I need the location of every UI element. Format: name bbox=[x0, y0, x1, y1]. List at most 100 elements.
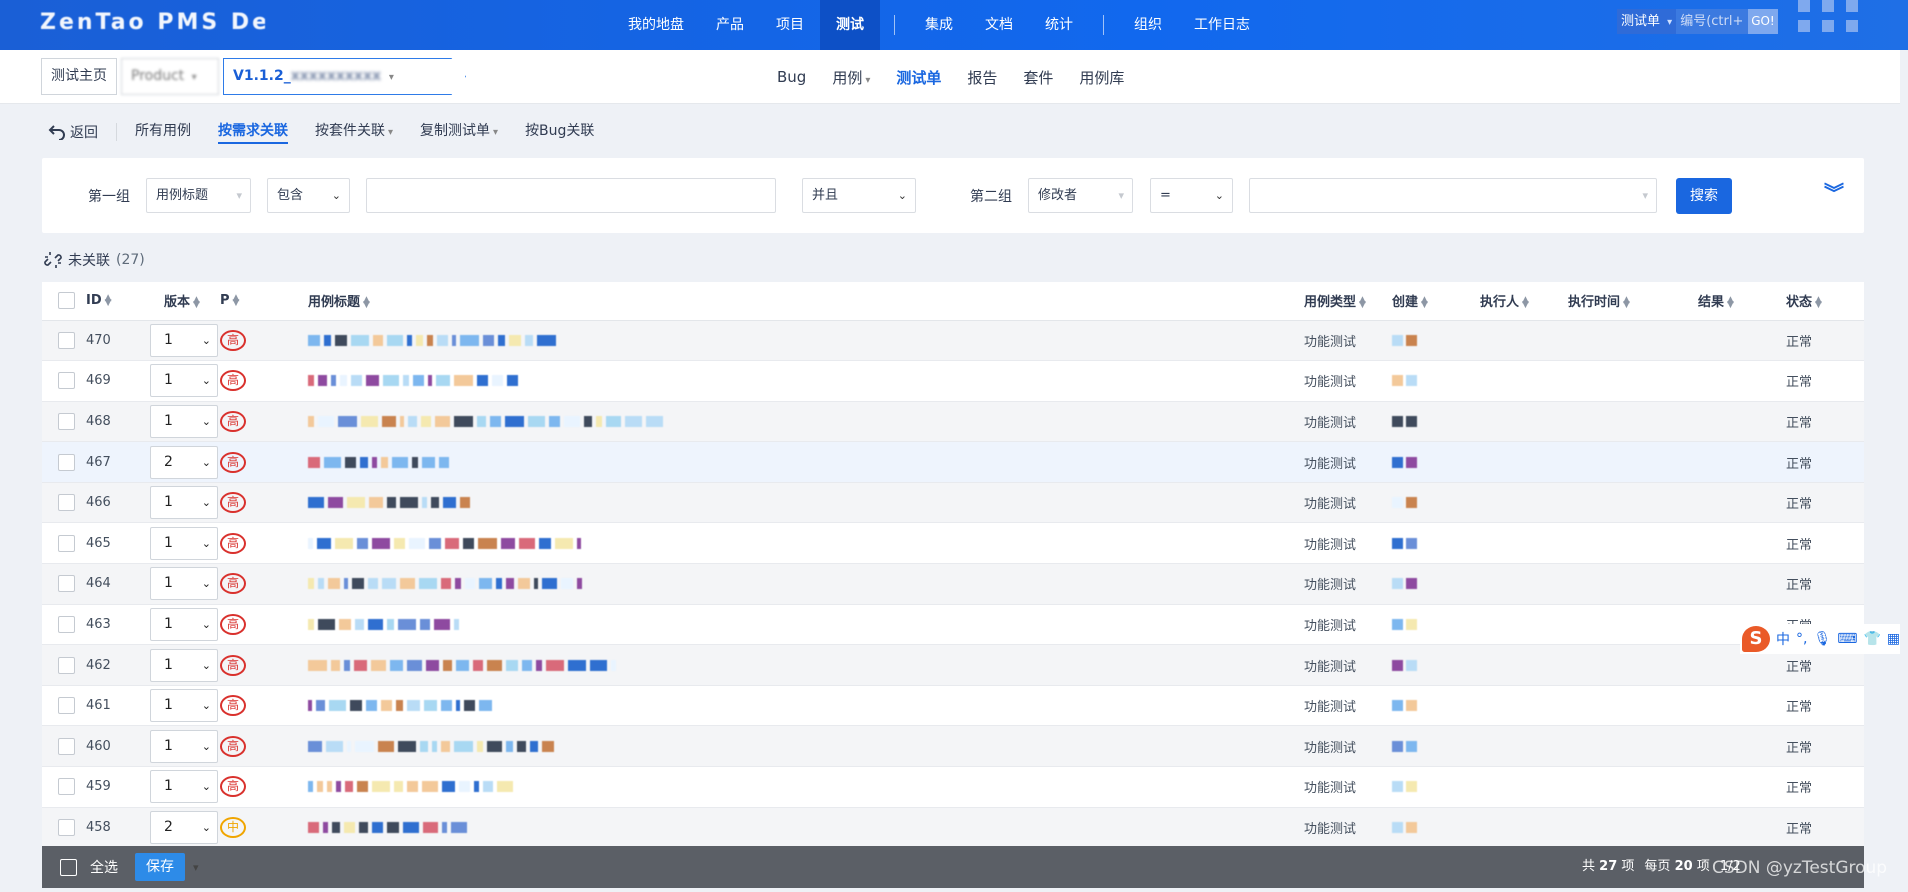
group2-operator-select[interactable]: = ⌄ bbox=[1150, 178, 1233, 213]
sub-nav-item-0[interactable]: Bug bbox=[777, 68, 806, 86]
version-select[interactable]: 1 ⌄ bbox=[150, 486, 218, 520]
table-row[interactable]: 461 1 ⌄ 高 功能测试 正常 bbox=[42, 685, 1864, 727]
row-checkbox[interactable] bbox=[58, 737, 75, 755]
sub-nav-item-1[interactable]: 用例 ▾ bbox=[832, 67, 870, 88]
version-select[interactable]: 1 ⌄ bbox=[150, 323, 218, 357]
table-row[interactable]: 468 1 ⌄ 高 功能测试 正常 bbox=[42, 401, 1864, 443]
apps-grid-icon[interactable] bbox=[1798, 0, 1860, 36]
tab-4[interactable]: 按Bug关联 bbox=[525, 120, 594, 144]
punctuation-icon[interactable]: °, bbox=[1796, 631, 1807, 647]
col-creator[interactable]: 创建 ▲ ▼ bbox=[1392, 282, 1480, 321]
version-select[interactable]: 1 ⌄ bbox=[150, 607, 218, 641]
main-nav-item-7[interactable]: 组织 bbox=[1118, 0, 1178, 50]
table-row[interactable]: 467 2 ⌄ 高 功能测试 正常 bbox=[42, 441, 1864, 483]
version-select[interactable]: 1 ⌄ bbox=[150, 770, 218, 804]
tab-2[interactable]: 按套件关联 ▾ bbox=[315, 120, 393, 144]
ime-mode-label[interactable]: 中 bbox=[1776, 629, 1790, 649]
group1-value-input[interactable] bbox=[366, 178, 776, 213]
search-button[interactable]: 搜索 bbox=[1676, 178, 1732, 214]
case-title-link[interactable] bbox=[308, 817, 1304, 837]
version-select[interactable]: 1 ⌄ bbox=[150, 567, 218, 601]
col-result[interactable]: 结果 ▲ ▼ bbox=[1698, 282, 1786, 321]
sogou-logo-icon[interactable]: S bbox=[1742, 626, 1770, 652]
col-executor[interactable]: 执行人 ▲ ▼ bbox=[1480, 282, 1568, 321]
table-row[interactable]: 465 1 ⌄ 高 功能测试 正常 bbox=[42, 522, 1864, 565]
version-select[interactable]: 1 ⌄ bbox=[150, 729, 218, 763]
main-nav-item-1[interactable]: 产品 bbox=[700, 0, 760, 50]
page-scrollbar[interactable] bbox=[1900, 50, 1908, 892]
main-nav-item-3[interactable]: 测试 bbox=[820, 0, 880, 50]
case-title-link[interactable] bbox=[308, 452, 1304, 472]
main-nav-item-8[interactable]: 工作日志 bbox=[1178, 0, 1266, 50]
group1-field-select[interactable]: 用例标题 ▾ bbox=[146, 178, 251, 213]
row-checkbox[interactable] bbox=[58, 331, 75, 349]
case-title-link[interactable] bbox=[308, 574, 1304, 594]
sub-nav-item-3[interactable]: 报告 bbox=[967, 67, 997, 88]
expand-search-icon[interactable]: ︾ bbox=[1824, 183, 1844, 203]
footer-select-all-checkbox[interactable] bbox=[60, 858, 77, 876]
row-checkbox[interactable] bbox=[58, 818, 75, 836]
version-select[interactable]: 1 ⌄ bbox=[150, 648, 218, 682]
global-search-input[interactable] bbox=[1676, 9, 1749, 34]
select-all-label[interactable]: 全选 bbox=[90, 857, 118, 877]
main-nav-item-6[interactable]: 统计 bbox=[1029, 0, 1089, 50]
col-type[interactable]: 用例类型 ▲ ▼ bbox=[1304, 282, 1392, 321]
case-title-link[interactable] bbox=[308, 493, 1304, 513]
table-row[interactable]: 4631⌄高功能测试正常 bbox=[42, 604, 1864, 646]
sub-nav-item-5[interactable]: 用例库 bbox=[1079, 67, 1124, 88]
table-row[interactable]: 469 1 ⌄ 高 功能测试 正常 bbox=[42, 360, 1864, 402]
version-select[interactable]: 2 ⌄ bbox=[150, 810, 218, 844]
col-pri[interactable]: P ▲ ▼ bbox=[220, 282, 308, 321]
skin-icon[interactable]: 👕 bbox=[1863, 631, 1880, 647]
case-title-link[interactable] bbox=[308, 533, 1304, 553]
save-dropdown-icon[interactable]: ▾ bbox=[193, 861, 199, 874]
breadcrumb-product[interactable]: Product ▾ bbox=[121, 58, 219, 95]
case-title-link[interactable] bbox=[308, 411, 1304, 431]
sub-nav-item-4[interactable]: 套件 bbox=[1023, 67, 1053, 88]
breadcrumb-test-home[interactable]: 测试主页 bbox=[41, 58, 117, 95]
table-row[interactable]: 458 2 ⌄ 中 功能测试 正常 bbox=[42, 807, 1864, 849]
table-row[interactable]: 464 1 ⌄ 高 功能测试 正常 bbox=[42, 563, 1864, 605]
breadcrumb-testtask[interactable]: V1.1.2_xxxxxxxxxx ▾ bbox=[223, 58, 466, 95]
main-nav-item-4[interactable]: 集成 bbox=[909, 0, 969, 50]
select-all-checkbox[interactable] bbox=[58, 292, 75, 310]
row-checkbox[interactable] bbox=[58, 372, 75, 390]
row-checkbox[interactable] bbox=[58, 656, 75, 674]
per-page[interactable]: 每页 20 项 bbox=[1644, 846, 1709, 888]
case-title-link[interactable] bbox=[308, 696, 1304, 716]
sub-nav-item-2[interactable]: 测试单 bbox=[896, 67, 941, 88]
row-checkbox[interactable] bbox=[58, 697, 75, 715]
case-title-link[interactable] bbox=[308, 330, 1304, 350]
case-title-link[interactable] bbox=[308, 371, 1304, 391]
col-exec-time[interactable]: 执行时间 ▲ ▼ bbox=[1568, 282, 1698, 321]
col-title[interactable]: 用例标题 ▲ ▼ bbox=[308, 282, 1304, 321]
row-checkbox[interactable] bbox=[58, 412, 75, 430]
global-search-type[interactable]: 测试单 ▾ bbox=[1617, 9, 1677, 34]
back-button[interactable]: 返回 bbox=[48, 122, 98, 142]
keyboard-icon[interactable]: ⌨ bbox=[1837, 631, 1857, 647]
row-checkbox[interactable] bbox=[58, 575, 75, 593]
table-row[interactable]: 466 1 ⌄ 高 功能测试 正常 bbox=[42, 482, 1864, 524]
version-select[interactable]: 1 ⌄ bbox=[150, 364, 218, 398]
version-select[interactable]: 1 ⌄ bbox=[150, 689, 218, 723]
brand-logo[interactable]: ZenTao PMS Demo bbox=[40, 10, 265, 36]
col-version[interactable]: 版本 ▲ ▼ bbox=[144, 282, 220, 321]
version-select[interactable]: 1 ⌄ bbox=[150, 404, 218, 438]
case-title-link[interactable] bbox=[308, 736, 1304, 756]
col-id[interactable]: ID ▲ ▼ bbox=[86, 282, 144, 321]
row-checkbox[interactable] bbox=[58, 534, 75, 552]
tab-0[interactable]: 所有用例 bbox=[135, 120, 191, 144]
case-title-link[interactable] bbox=[308, 777, 1304, 797]
group1-operator-select[interactable]: 包含 ⌄ bbox=[267, 178, 350, 213]
case-title-link[interactable] bbox=[308, 655, 1304, 675]
row-checkbox[interactable] bbox=[58, 778, 75, 796]
global-search-go-button[interactable]: GO! bbox=[1748, 9, 1778, 34]
main-nav-item-0[interactable]: 我的地盘 bbox=[612, 0, 700, 50]
microphone-icon[interactable]: 🎙 bbox=[1813, 631, 1831, 647]
main-nav-item-5[interactable]: 文档 bbox=[969, 0, 1029, 50]
group2-field-select[interactable]: 修改者 ▾ bbox=[1028, 178, 1133, 213]
main-nav-item-2[interactable]: 项目 bbox=[760, 0, 820, 50]
group2-value-select[interactable]: ▾ bbox=[1249, 178, 1657, 213]
table-row[interactable]: 470 1 ⌄ 高 功能测试 正常 bbox=[42, 320, 1864, 362]
col-status[interactable]: 状态 ▲ ▼ bbox=[1786, 282, 1864, 321]
